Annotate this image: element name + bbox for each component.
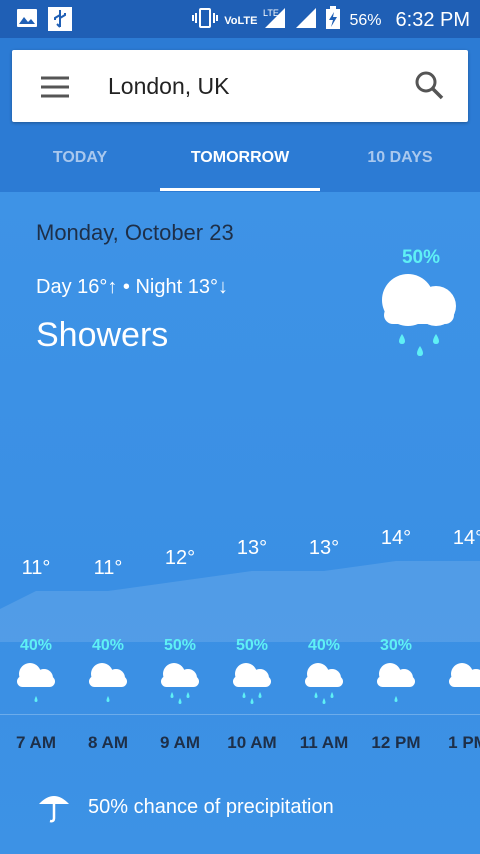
hour-time: 10 AM — [227, 733, 277, 752]
menu-icon[interactable] — [38, 70, 72, 104]
hour-temp: 12° — [164, 547, 196, 569]
usb-icon — [48, 7, 72, 36]
divider — [0, 714, 480, 715]
hour-time: 9 AM — [160, 733, 200, 752]
rain-icon — [302, 660, 346, 710]
cloud-icon — [446, 660, 480, 710]
light-rain-icon — [374, 660, 418, 710]
precip-chance: 50% — [401, 247, 441, 268]
day-night-temps: Day 16°↑ • Night 13°↓ — [36, 276, 228, 298]
light-rain-icon — [14, 660, 58, 710]
battery-percent: 56% — [349, 11, 382, 29]
hour-precip: 40% — [91, 637, 125, 654]
hour-time: 12 PM — [371, 733, 421, 752]
rain-icon — [158, 660, 202, 710]
forecast-date: Monday, October 23 — [36, 220, 234, 245]
battery-charging-icon — [325, 6, 341, 35]
tab-bar: TODAY TOMORROW 10 DAYS — [0, 138, 480, 192]
showers-icon — [378, 270, 462, 366]
volte-label: VoLTE — [224, 14, 258, 27]
lte-signal-icon: LTE — [263, 6, 289, 35]
hour-time: 11 AM — [299, 733, 349, 752]
hour-precip: 40% — [307, 637, 341, 654]
hour-precip: 50% — [163, 637, 197, 654]
light-rain-icon — [86, 660, 130, 710]
umbrella-icon — [36, 788, 72, 824]
tab-indicator — [160, 188, 320, 191]
hour-temp: 13° — [308, 537, 340, 559]
svg-text:LTE: LTE — [263, 8, 279, 18]
hour-temp: 11° — [21, 557, 51, 579]
app-bar: London, UK TODAY TOMORROW 10 DAYS — [0, 38, 480, 192]
hour-time: 1 PM — [448, 733, 480, 752]
search-icon[interactable] — [410, 66, 450, 106]
precip-summary: 50% chance of precipitation — [88, 796, 334, 818]
hour-temp: 11° — [93, 557, 123, 579]
hour-temp: 13° — [236, 537, 268, 559]
image-icon — [16, 7, 38, 36]
clock: 6:32 PM — [395, 9, 470, 31]
location-input[interactable]: London, UK — [108, 70, 229, 102]
tab-tomorrow[interactable]: TOMORROW — [160, 138, 320, 192]
hour-temp: 14° — [380, 527, 412, 549]
hour-precip: 40% — [19, 637, 53, 654]
vibrate-icon — [192, 7, 219, 34]
hour-time: 7 AM — [16, 733, 56, 752]
hour-temp: 14° — [452, 527, 480, 549]
tab-10-days[interactable]: 10 DAYS — [320, 138, 480, 192]
hour-precip: 30% — [379, 637, 413, 654]
rain-icon — [230, 660, 274, 710]
hour-precip: 50% — [235, 637, 269, 654]
condition-text: Showers — [36, 316, 169, 354]
tab-today[interactable]: TODAY — [0, 138, 160, 192]
forecast-panel: Monday, October 23 Day 16°↑ • Night 13°↓… — [0, 192, 480, 854]
status-bar: VoLTE LTE 56% 6:32 PM — [0, 0, 480, 38]
signal-icon — [295, 7, 319, 34]
hour-time: 8 AM — [88, 733, 128, 752]
search-box[interactable]: London, UK — [12, 50, 468, 122]
